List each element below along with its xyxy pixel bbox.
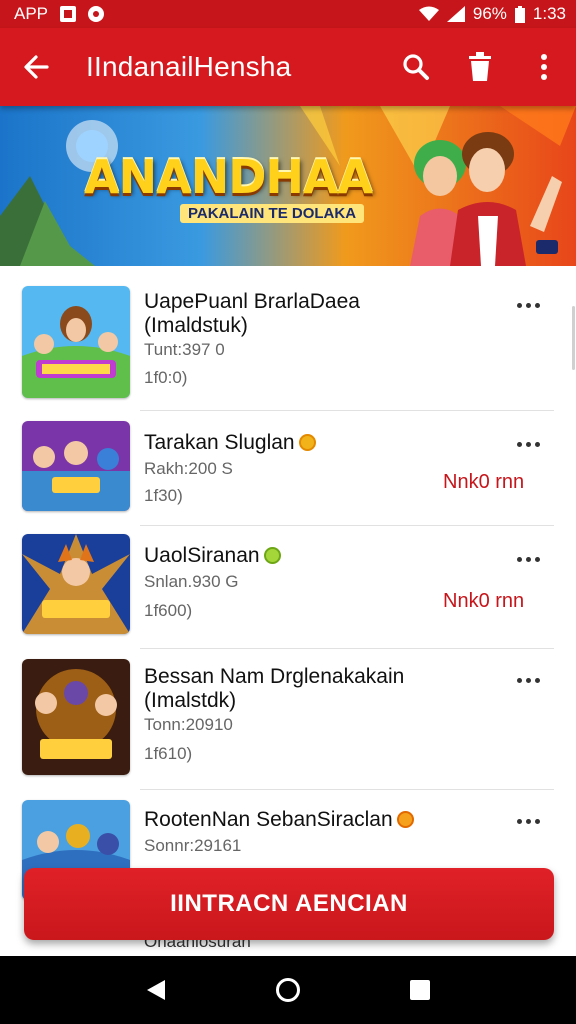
item-title-line1: Bessan Nam Drglenakakain <box>144 665 405 688</box>
wifi-icon <box>418 6 439 21</box>
search-icon <box>403 54 429 80</box>
battery-icon <box>514 5 525 23</box>
delete-button[interactable] <box>448 28 512 106</box>
status-time: 1:33 <box>532 4 566 23</box>
game-thumbnail <box>22 286 130 398</box>
coin-badge-icon <box>263 547 281 564</box>
item-price: Nnk0 rnn <box>443 471 525 493</box>
game-thumbnail <box>22 421 130 511</box>
nav-back-icon <box>147 980 165 1000</box>
back-button[interactable] <box>0 28 72 106</box>
item-more-button[interactable] <box>508 665 548 695</box>
battery-percent: 96% <box>472 4 507 23</box>
status-bar: APP 96% 1:33 <box>0 0 576 28</box>
item-meta: Snlan.930 G <box>144 572 239 591</box>
nav-recents-button[interactable] <box>390 960 450 1020</box>
item-count: 1f30) <box>144 486 183 505</box>
nav-back-button[interactable] <box>126 960 186 1020</box>
game-thumbnail <box>22 659 130 775</box>
item-meta: Tonn:20910 <box>144 715 233 734</box>
item-title-line2: (Imaldstuk) <box>144 314 248 337</box>
more-vert-icon <box>541 54 547 80</box>
item-count: 1f610) <box>144 744 193 763</box>
item-more-button[interactable] <box>508 290 548 320</box>
item-count: 1f0:0) <box>144 368 188 387</box>
item-price: Nnk0 rnn <box>443 590 525 612</box>
coin-badge-icon <box>298 434 316 451</box>
banner-subtitle: PAKALAIN TE DOLAKA <box>180 204 365 223</box>
item-count: 1f600) <box>144 601 193 620</box>
item-more-button[interactable] <box>508 544 548 574</box>
item-title: RootenNan SebanSiraclan <box>144 808 494 832</box>
back-arrow-icon <box>24 55 49 79</box>
nav-home-icon <box>276 978 300 1002</box>
item-meta: Rakh:200 S <box>144 459 233 478</box>
item-title-line1: UaolSiranan <box>144 544 260 567</box>
item-meta: Sonnr:29161 <box>144 836 242 855</box>
item-title: UapePuanl BrarlaDaea (Imaldstuk) <box>144 290 494 338</box>
item-more-button[interactable] <box>508 806 548 836</box>
item-title: UaolSiranan <box>144 544 494 568</box>
primary-action-button[interactable]: IINTRACN AENCIAN <box>24 868 554 940</box>
status-app-label: APP <box>14 4 49 23</box>
notification-dot-icon <box>88 6 105 22</box>
scroll-indicator[interactable] <box>572 306 575 370</box>
nav-recents-icon <box>410 980 430 1000</box>
banner-title: ANANDHAA <box>84 150 373 204</box>
system-nav-bar <box>0 956 576 1024</box>
item-title-line2: (Imalstdk) <box>144 689 237 712</box>
search-button[interactable] <box>384 28 448 106</box>
notification-icon <box>60 6 77 22</box>
item-more-button[interactable] <box>508 429 548 459</box>
overflow-menu-button[interactable] <box>512 28 576 106</box>
item-title-line1: RootenNan SebanSiraclan <box>144 808 393 831</box>
coin-badge-icon <box>396 811 414 828</box>
item-title: Tarakan Sluglan <box>144 431 494 455</box>
signal-icon <box>446 6 465 22</box>
list-item[interactable]: Tarakan Sluglan Rakh:200 S 1f30) Nnk0 rn… <box>0 411 576 525</box>
delete-icon <box>469 52 491 81</box>
item-meta: Tunt:397 0 <box>144 340 225 359</box>
item-title-line1: UapePuanl BrarlaDaea <box>144 290 360 313</box>
page-title: IIndanailHensha <box>86 51 292 82</box>
item-title-line1: Tarakan Sluglan <box>144 431 295 454</box>
item-title: Bessan Nam Drglenakakain (Imalstdk) <box>144 665 494 713</box>
game-thumbnail <box>22 534 130 634</box>
promo-banner[interactable]: ANANDHAA PAKALAIN TE DOLAKA <box>0 106 576 266</box>
list-item[interactable]: UaolSiranan Snlan.930 G 1f600) Nnk0 rnn <box>0 526 576 648</box>
list-item[interactable]: Bessan Nam Drglenakakain (Imalstdk) Tonn… <box>0 649 576 789</box>
list-item[interactable]: UapePuanl BrarlaDaea (Imaldstuk) Tunt:39… <box>0 266 576 411</box>
nav-home-button[interactable] <box>258 960 318 1020</box>
app-bar: IIndanailHensha <box>0 28 576 106</box>
